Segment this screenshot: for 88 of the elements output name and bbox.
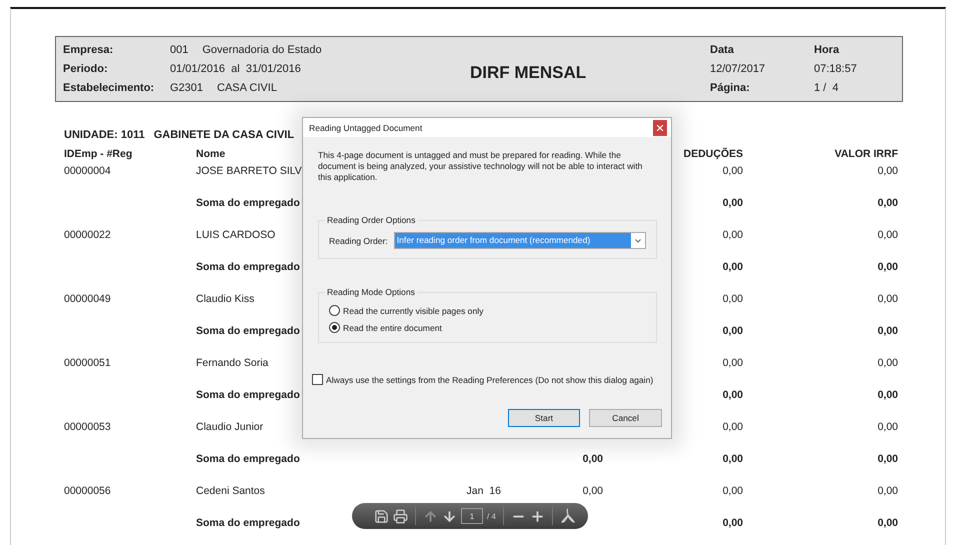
irrf-cell-text: 0,00 — [878, 324, 898, 339]
page-number-field[interactable]: 1 — [461, 508, 483, 524]
irrf-cell-text: 0,00 — [878, 356, 898, 371]
header-value: 07:18:57 — [814, 62, 858, 77]
unit-code: UNIDADE: 1011 — [64, 129, 145, 141]
irrf-cell-text: 0,00 — [878, 484, 898, 499]
header-code: 001 — [170, 43, 188, 58]
column-header: Nome — [196, 147, 226, 161]
checkbox[interactable] — [312, 374, 323, 385]
header-label: Data — [710, 43, 735, 58]
save-icon[interactable] — [374, 508, 389, 524]
deductions-cell-text: 0,00 — [722, 164, 743, 179]
column-header: VALOR IRRF — [834, 147, 898, 161]
dialog-button[interactable]: Cancel — [589, 409, 662, 427]
header-code: 01/01/2016 al 31/01/2016 — [170, 62, 301, 77]
employee-name: Fernando Soria — [196, 356, 268, 371]
dialog-message: This 4-page document is untagged and must be prepared for reading. While the document is being analyzed, your assistive technology will not be able to interact with this application. — [318, 150, 644, 183]
acrobat-logo-icon[interactable] — [560, 508, 576, 524]
header-label: Empresa: — [63, 43, 114, 58]
subtotal-label: Soma do empregado — [196, 452, 300, 467]
dialog-title: Reading Untagged Document — [309, 122, 422, 132]
next-page-icon[interactable] — [442, 508, 457, 524]
deductions-cell-text: 0,00 — [722, 420, 743, 435]
subtotal-label: Soma do empregado — [196, 196, 300, 211]
irrf-cell-text: 0,00 — [878, 292, 898, 307]
irrf-cell-text: 0,00 — [878, 420, 898, 435]
amount-cell-text: 0,00 — [582, 484, 603, 499]
radio-label: Read the currently visible pages only — [343, 306, 484, 316]
amount-cell-text: 0,00 — [582, 452, 603, 467]
column-header: IDEmp - #Reg — [64, 147, 132, 161]
zoom-in-icon[interactable] — [530, 508, 545, 524]
page-total: / 4 — [487, 512, 496, 520]
deductions-cell-text: 0,00 — [722, 260, 743, 275]
header-label: Estabelecimento: — [63, 81, 156, 96]
irrf-cell-text: 0,00 — [878, 516, 898, 531]
deductions-cell-text: 0,00 — [722, 324, 743, 339]
reading-order-label: Reading Order: — [329, 236, 388, 246]
employee-id: 00000049 — [64, 292, 111, 307]
header-label: Hora — [814, 43, 840, 58]
deductions-cell-text: 0,00 — [722, 228, 743, 243]
header-label: Periodo: — [63, 62, 109, 77]
employee-id: 00000051 — [64, 356, 111, 371]
checkbox-label: Always use the settings from the Reading Preferences (Do not show this dialog again) — [326, 374, 654, 384]
header-code: G2301 — [170, 81, 204, 96]
header-label: Página: — [710, 81, 751, 96]
employee-name: Claudio Kiss — [196, 292, 254, 307]
deductions-cell-text: 0,00 — [722, 484, 743, 499]
irrf-cell-text: 0,00 — [878, 260, 898, 275]
header-value: 1 / 4 — [814, 81, 840, 96]
employee-id: 00000004 — [64, 164, 111, 179]
dialog-button[interactable]: Start — [508, 409, 580, 427]
close-icon — [657, 124, 663, 130]
deductions-cell-text: 0,00 — [722, 388, 743, 403]
header-value: Governadoria do Estado — [202, 43, 322, 58]
header-value: 12/07/2017 — [710, 62, 766, 77]
deductions-cell-text: 0,00 — [722, 196, 743, 211]
irrf-cell-text: 0,00 — [878, 164, 898, 179]
subtotal-label: Soma do empregado — [196, 516, 300, 531]
irrf-cell-text: 0,00 — [878, 228, 898, 243]
group-title: Reading Order Options — [325, 215, 418, 225]
deductions-cell-text: 0,00 — [722, 356, 743, 371]
irrf-cell-text: 0,00 — [878, 196, 898, 211]
employee-name: LUIS CARDOSO — [196, 228, 276, 243]
print-icon[interactable] — [393, 508, 408, 524]
employee-id: 00000022 — [64, 228, 111, 243]
date-cell-text: Jan 16 — [466, 484, 501, 499]
radio-label: Read the entire document — [343, 322, 442, 332]
employee-name: Cedeni Santos — [196, 484, 265, 499]
radio-button[interactable] — [329, 305, 340, 316]
subtotal-label: Soma do empregado — [196, 260, 300, 275]
deductions-cell-text: 0,00 — [722, 516, 743, 531]
employee-name: JOSE BARRETO SILV — [196, 164, 302, 179]
unit-name: GABINETE DA CASA CIVIL — [154, 129, 294, 141]
subtotal-label: Soma do empregado — [196, 388, 300, 403]
radio-button[interactable] — [329, 322, 340, 333]
deductions-cell-text: 0,00 — [722, 292, 743, 307]
deductions-cell-text: 0,00 — [722, 452, 743, 467]
column-header: DEDUÇÕES — [683, 147, 743, 161]
group-title: Reading Mode Options — [325, 287, 417, 297]
header-value: CASA CIVIL — [217, 81, 277, 96]
irrf-cell-text: 0,00 — [878, 388, 898, 403]
subtotal-label: Soma do empregado — [196, 324, 300, 339]
employee-name: Claudio Junior — [196, 420, 264, 435]
employee-id: 00000056 — [64, 484, 111, 499]
irrf-cell-text: 0,00 — [878, 452, 898, 467]
report-title: DIRF MENSAL — [470, 63, 586, 83]
employee-id: 00000053 — [64, 420, 111, 435]
close-button[interactable] — [653, 120, 667, 136]
